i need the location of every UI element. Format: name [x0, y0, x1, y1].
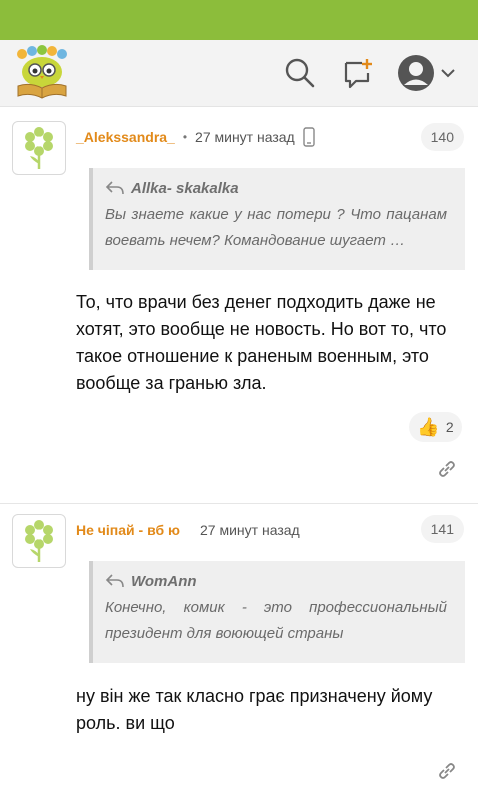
comment-text: ну він же так класно грає призначену йом…: [76, 686, 433, 733]
link-icon[interactable]: [436, 458, 458, 480]
comment-meta: _Alekssandra_ • 27 минут назад: [76, 127, 315, 147]
comment-author[interactable]: _Alekssandra_: [76, 129, 175, 145]
account-menu[interactable]: [396, 53, 458, 93]
comment-time: 27 минут назад: [195, 129, 295, 145]
quote-author-row: WomAnn: [105, 569, 447, 593]
like-button[interactable]: 👍 2: [409, 412, 462, 442]
reply-arrow-icon: [105, 574, 124, 588]
thumbs-up-icon: 👍: [417, 416, 440, 437]
flower-avatar-icon[interactable]: [12, 121, 66, 175]
flower-avatar-icon[interactable]: [12, 514, 66, 568]
new-post-icon[interactable]: [338, 53, 378, 93]
meta-separator: •: [182, 130, 188, 144]
comment-time: 27 минут назад: [200, 522, 300, 538]
search-icon[interactable]: [280, 53, 320, 93]
like-count: 2: [445, 419, 454, 435]
chevron-down-icon: [441, 69, 455, 78]
quote-author-row: Allka- skakalka: [105, 176, 447, 200]
comment-meta: Не чіпай - вб ю 27 минут назад: [76, 520, 300, 540]
quote-text: Вы знаете какие у нас потери ? Что пацан…: [105, 206, 447, 249]
link-icon[interactable]: [436, 760, 458, 782]
quote-text: Конечно, комик - это профессиональный пр…: [105, 599, 447, 642]
status-bar: [0, 0, 478, 40]
quoted-comment[interactable]: Allka- skakalka Вы знаете какие у нас по…: [89, 168, 465, 270]
comment-number-badge[interactable]: 140: [420, 123, 464, 151]
account-avatar-icon: [398, 55, 434, 91]
quote-author: Allka- skakalka: [131, 179, 239, 197]
owl-on-book-logo[interactable]: [12, 44, 72, 100]
header-divider: [0, 106, 478, 107]
app-header: [0, 40, 478, 106]
reply-arrow-icon: [105, 181, 124, 195]
quoted-comment[interactable]: WomAnn Конечно, комик - это профессионал…: [89, 561, 465, 663]
comment-divider: [0, 503, 478, 504]
comment-number-badge[interactable]: 141: [420, 515, 464, 543]
comment-author[interactable]: Не чіпай - вб ю: [76, 522, 180, 538]
comment-text: То, что врачи без денег подходить даже н…: [76, 292, 447, 393]
mobile-phone-icon: [303, 127, 315, 147]
quote-author: WomAnn: [131, 572, 197, 590]
